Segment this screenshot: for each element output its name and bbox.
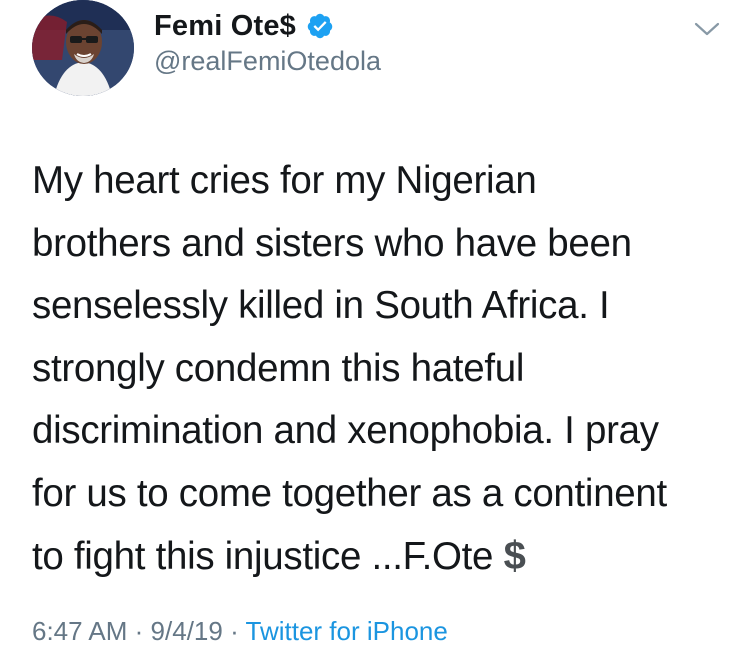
- tweet-text: My heart cries for my Nigerian brothers …: [32, 150, 732, 589]
- chevron-down-icon[interactable]: [692, 14, 722, 44]
- dollar-emoji: $: [503, 534, 526, 578]
- avatar[interactable]: [32, 0, 134, 96]
- tweet-date[interactable]: 9/4/19: [151, 616, 223, 646]
- tweet-metadata: 6:47 AM · 9/4/19 · Twitter for iPhone: [32, 616, 448, 647]
- tweet-body: My heart cries for my Nigerian brothers …: [32, 159, 667, 578]
- meta-separator: ·: [134, 616, 144, 646]
- verified-badge-icon: [306, 12, 334, 40]
- tweet-time[interactable]: 6:47 AM: [32, 616, 127, 646]
- meta-separator: ·: [230, 616, 239, 646]
- tweet-source-link[interactable]: Twitter for iPhone: [246, 616, 448, 646]
- author-name-row: Femi Ote$: [154, 6, 334, 46]
- user-handle[interactable]: @realFemiOtedola: [154, 46, 381, 77]
- tweet-card: Femi Ote$ @realFemiOtedola My heart crie…: [0, 0, 750, 663]
- display-name[interactable]: Femi Ote$: [154, 10, 296, 43]
